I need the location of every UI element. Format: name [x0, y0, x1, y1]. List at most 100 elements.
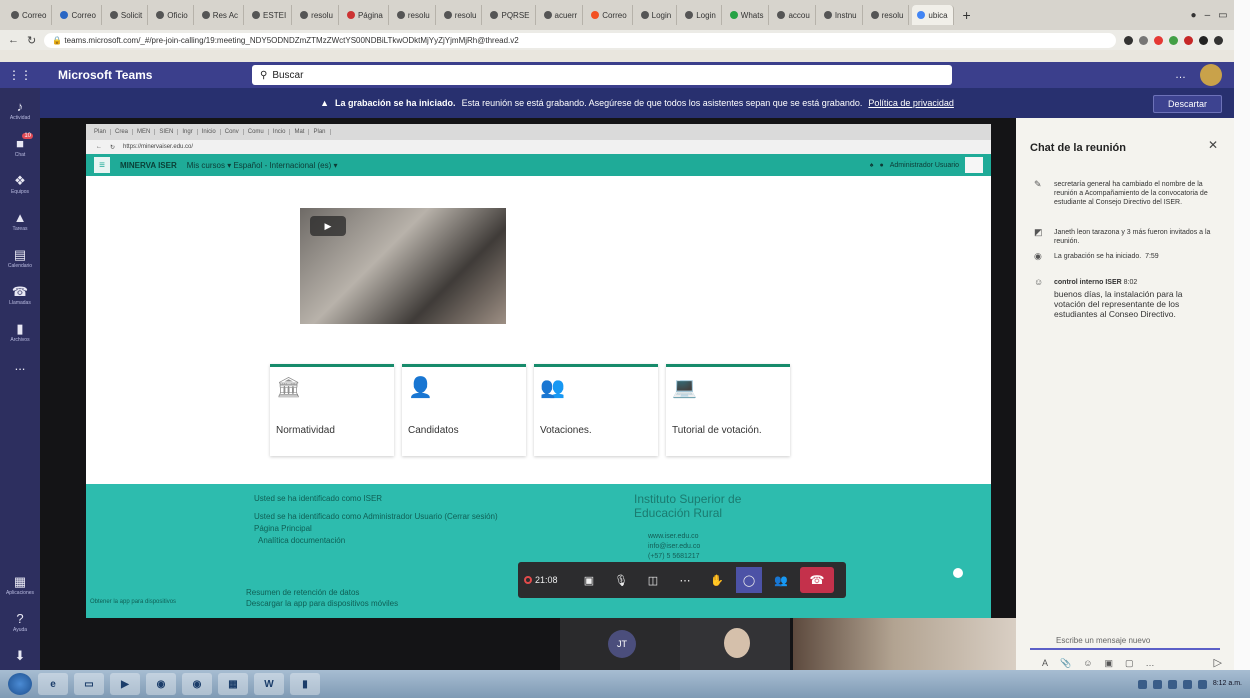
maximize-icon[interactable]: ▭	[1218, 10, 1227, 21]
browser-tab[interactable]: Oficio	[151, 5, 194, 25]
tray-icon[interactable]	[1152, 679, 1162, 689]
participant-tile[interactable]	[680, 618, 790, 670]
rail-item-teams[interactable]: ❖ Equipos	[1, 174, 39, 195]
close-icon[interactable]: ✕	[1208, 138, 1218, 152]
chat-toggle-icon[interactable]: ◯	[736, 567, 762, 593]
attach-icon[interactable]: 📎	[1060, 658, 1071, 669]
browser-tab[interactable]: Instnu	[819, 5, 863, 25]
gif-icon[interactable]: ▣	[1104, 658, 1113, 669]
browser-tab[interactable]: PQRSE	[485, 5, 536, 25]
browser-tab[interactable]: resolu	[392, 5, 436, 25]
browser-tab[interactable]: resolu	[866, 5, 910, 25]
browser-tab[interactable]: resolu	[439, 5, 483, 25]
taskbar-app-folder[interactable]: ▭	[74, 673, 104, 695]
browser-tab[interactable]: acuerr	[539, 5, 584, 25]
participant-video-tile[interactable]	[793, 618, 1016, 670]
rail-item-help[interactable]: ? Ayuda	[1, 612, 39, 633]
chat-event: ✎ secretaría general ha cambiado el nomb…	[1034, 179, 1208, 207]
taskbar-app-teams[interactable]: ▮	[290, 673, 320, 695]
user-avatar[interactable]	[1200, 64, 1222, 86]
search-icon: ⚲	[260, 69, 268, 81]
browser-tab[interactable]: accou	[772, 5, 816, 25]
star-icon[interactable]	[1139, 35, 1148, 45]
browser-tab[interactable]: Res Ac	[197, 5, 245, 25]
browser-tab[interactable]: Correo	[55, 5, 102, 25]
back-arrow-icon: ←	[96, 144, 102, 150]
extension-icon[interactable]	[1184, 35, 1193, 45]
rail-item-calendar[interactable]: ▤ Calendario	[1, 248, 39, 269]
browser-tab[interactable]: Correo	[586, 5, 633, 25]
rail-item-activity[interactable]: ♪ Actividad	[1, 100, 39, 121]
browser-tab[interactable]: resolu	[295, 5, 339, 25]
browser-tab[interactable]: Login	[636, 5, 678, 25]
rail-item-download[interactable]: ⬇	[1, 649, 39, 662]
browser-tab[interactable]: Solicit	[105, 5, 149, 25]
rail-item-chat[interactable]: ■ 10 Chat	[1, 133, 39, 158]
hang-up-button[interactable]: ☎	[800, 567, 834, 593]
app-launcher-icon[interactable]: ⋮⋮	[0, 68, 40, 82]
compose-toolbar: A 📎 ☺ ▣ ▢ …	[1042, 658, 1154, 669]
taskbar-app-chrome[interactable]: ◉	[146, 673, 176, 695]
browser-tab[interactable]: Whats	[725, 5, 770, 25]
send-icon[interactable]: ▷	[1214, 656, 1222, 669]
sticker-icon[interactable]: ▢	[1125, 658, 1134, 669]
tab-favicon-icon	[443, 11, 452, 19]
files-icon: ▮	[16, 321, 24, 336]
participants-icon[interactable]: 👥	[768, 567, 794, 593]
minimize-icon[interactable]: –	[1205, 10, 1211, 21]
taskbar-app-media[interactable]: ▶	[110, 673, 140, 695]
emoji-icon[interactable]: ☺	[1083, 658, 1092, 669]
network-icon[interactable]	[1167, 679, 1177, 689]
mic-off-icon[interactable]: 🎙	[608, 567, 634, 593]
format-icon[interactable]: A	[1042, 658, 1048, 669]
rail-item-more[interactable]: ...	[1, 359, 39, 372]
participant-tile[interactable]: JT	[560, 618, 680, 670]
card-normatividad: 🏛 Normatividad	[270, 364, 394, 456]
extension-icon[interactable]	[1154, 35, 1163, 45]
rail-item-assignments[interactable]: ▲ Tareas	[1, 211, 39, 232]
promo-video-thumbnail: ▶	[300, 208, 506, 324]
dismiss-button[interactable]: Descartar	[1152, 95, 1222, 113]
camera-off-icon[interactable]: ▣	[576, 567, 602, 593]
browser-tab[interactable]: ESTEI	[247, 5, 293, 25]
volume-icon[interactable]	[1182, 679, 1192, 689]
system-clock[interactable]: 8:12 a.m.	[1213, 680, 1242, 688]
rail-item-apps[interactable]: ▦ Aplicaciones	[1, 575, 39, 596]
card-votaciones: 👥 Votaciones.	[534, 364, 658, 456]
rail-item-calls[interactable]: ☎ Llamadas	[1, 285, 39, 306]
taskbar-app-ie[interactable]: e	[38, 673, 68, 695]
tab-favicon-icon	[396, 11, 405, 19]
new-tab-button[interactable]: +	[963, 7, 971, 23]
more-options-icon[interactable]: …	[1175, 69, 1186, 81]
raise-hand-icon[interactable]: ✋	[704, 567, 730, 593]
taskbar-app-chrome[interactable]: ◉	[182, 673, 212, 695]
browser-tab-active[interactable]: ubica	[912, 5, 954, 25]
battery-icon[interactable]	[1197, 679, 1207, 689]
start-button[interactable]	[8, 673, 32, 695]
taskbar-app-word[interactable]: W	[254, 673, 284, 695]
rail-item-files[interactable]: ▮ Archivos	[1, 322, 39, 343]
more-options-icon[interactable]: …	[1145, 658, 1154, 669]
more-actions-icon[interactable]: ⋯	[672, 567, 698, 593]
reload-icon[interactable]: ↻	[27, 34, 36, 47]
recording-icon: ◉	[1034, 251, 1042, 261]
profile-icon[interactable]	[1214, 35, 1223, 45]
compose-message-input[interactable]: Escribe un mensaje nuevo	[1030, 628, 1220, 650]
privacy-policy-link[interactable]: Política de privacidad	[868, 98, 954, 108]
share-screen-icon[interactable]: ◫	[640, 567, 666, 593]
search-input[interactable]: ⚲ Buscar	[252, 65, 952, 85]
extension-icon[interactable]	[1169, 35, 1178, 45]
back-arrow-icon[interactable]: ←	[8, 34, 19, 46]
browser-tab[interactable]: Correo	[6, 5, 53, 25]
bell-icon: ♠	[869, 161, 874, 169]
browser-tab[interactable]: Login	[680, 5, 722, 25]
browser-tab[interactable]: Página	[342, 5, 389, 25]
shared-address-bar: ← ↻ https://minervaiser.edu.co/	[86, 140, 991, 154]
taskbar-app-image[interactable]: ▦	[218, 673, 248, 695]
extension-icon[interactable]	[1124, 35, 1133, 45]
tray-icon[interactable]	[1137, 679, 1147, 689]
address-bar[interactable]: 🔒 teams.microsoft.com/_#/pre-join-callin…	[44, 32, 1116, 48]
puzzle-icon[interactable]	[1199, 35, 1208, 45]
account-circle-icon[interactable]: ●	[1191, 10, 1197, 21]
download-icon: ⬇	[14, 648, 26, 663]
